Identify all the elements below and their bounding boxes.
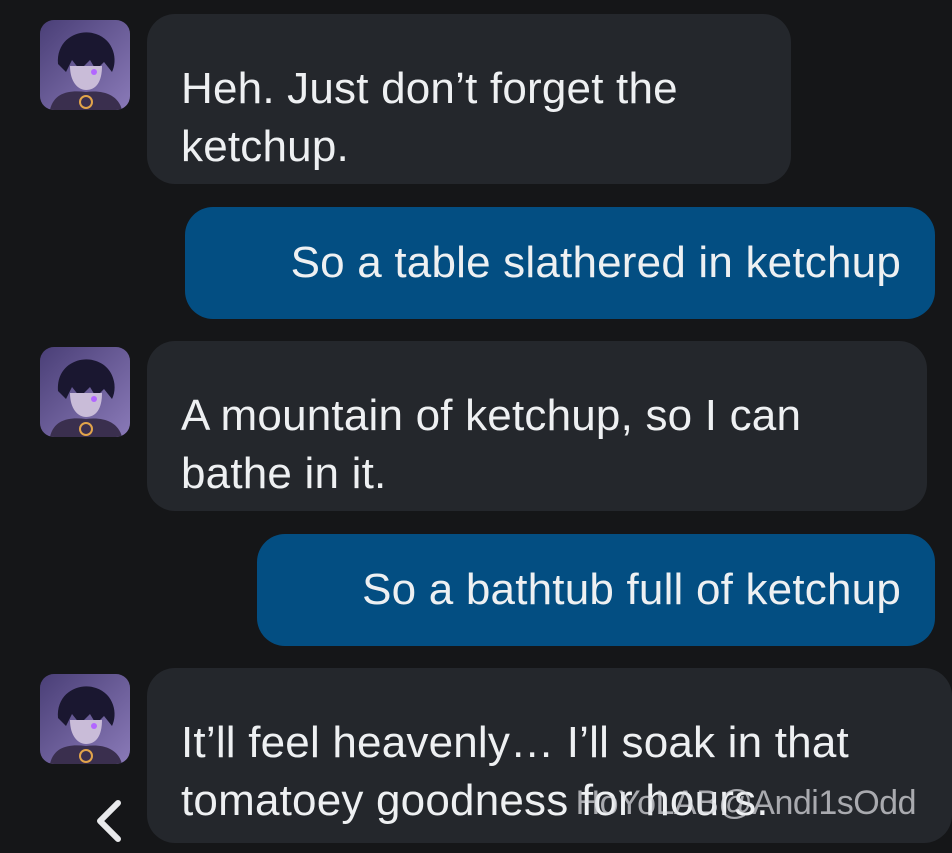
message-bubble-incoming: A mountain of ketchup, so I can bathe in… [147,341,927,511]
message-text: So a table slathered in ketchup [290,238,901,287]
character-avatar[interactable] [40,347,130,437]
message-text: So a bathtub full of ketchup [362,565,901,614]
message-text: A mountain of ketchup, so I can bathe in… [181,391,802,498]
message-text: Heh. Just don’t forget the ketchup. [181,64,678,171]
character-avatar[interactable] [40,20,130,110]
avatar-image [40,347,130,437]
character-avatar[interactable] [40,674,130,764]
chevron-left-icon [97,800,121,842]
avatar-image [40,20,130,110]
watermark-text: HoYoLAB@Andi1sOdd [575,784,917,822]
avatar-image [40,674,130,764]
back-button[interactable] [90,799,130,843]
message-bubble-outgoing: So a bathtub full of ketchup [257,534,935,646]
message-bubble-incoming: Heh. Just don’t forget the ketchup. [147,14,791,184]
message-bubble-outgoing: So a table slathered in ketchup [185,207,935,319]
